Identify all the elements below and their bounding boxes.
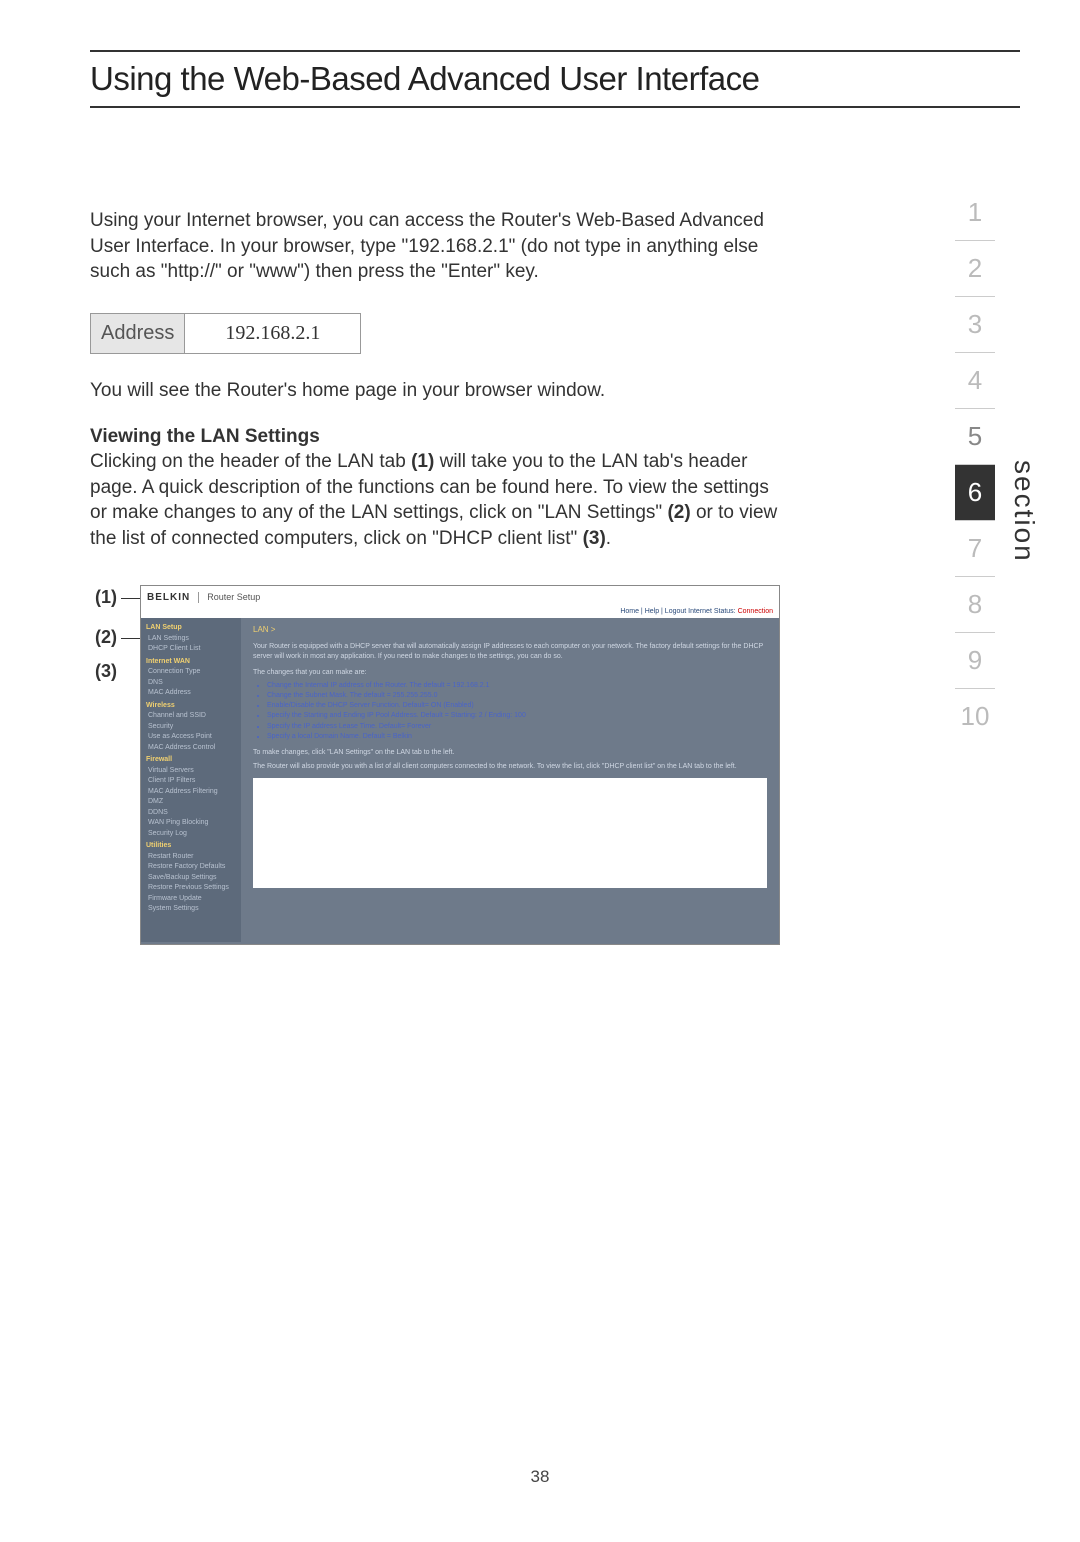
router-side-item: DDNS bbox=[146, 808, 236, 819]
callout-3: (3) bbox=[95, 662, 117, 680]
callout-ref-3: (3) bbox=[583, 528, 606, 549]
router-lan-crumb: LAN > bbox=[253, 624, 767, 636]
router-side-item: Restore Factory Defaults bbox=[146, 862, 236, 873]
section-nav-6: 6 bbox=[955, 465, 995, 521]
text-run: . bbox=[606, 528, 611, 549]
router-side-cat: LAN Setup bbox=[146, 623, 236, 634]
after-address-paragraph: You will see the Router's home page in y… bbox=[90, 378, 790, 404]
page-number: 38 bbox=[0, 1467, 1080, 1487]
section-nav-1: 1 bbox=[955, 185, 995, 241]
callout-ref-1: (1) bbox=[411, 451, 434, 472]
router-bullet: Specify the Starting and Ending IP Pool … bbox=[267, 711, 767, 721]
router-bullet: Specify the IP address Lease Time. Defau… bbox=[267, 722, 767, 732]
callout-2: (2) bbox=[95, 628, 141, 646]
text-run: Clicking on the header of the LAN tab bbox=[90, 451, 411, 472]
page-title: Using the Web-Based Advanced User Interf… bbox=[90, 60, 1020, 98]
router-top-links: Home | Help | Logout Internet Status: Co… bbox=[141, 608, 779, 618]
router-side-cat: Utilities bbox=[146, 841, 236, 852]
router-brand: BELKIN bbox=[147, 592, 199, 603]
router-screenshot: BELKIN Router Setup Home | Help | Logout… bbox=[140, 585, 780, 945]
address-bar-figure: Address 192.168.2.1 bbox=[90, 313, 361, 354]
router-side-item: DMZ bbox=[146, 797, 236, 808]
section-nav-10: 10 bbox=[955, 689, 995, 744]
router-side-item: Restart Router bbox=[146, 852, 236, 863]
section-nav: 12345678910 bbox=[955, 185, 995, 744]
router-bullet: Change the Subnet Mask. The default = 25… bbox=[267, 691, 767, 701]
router-side-item: Client IP Filters bbox=[146, 776, 236, 787]
callout-ref-2: (2) bbox=[667, 502, 690, 523]
section-nav-4: 4 bbox=[955, 353, 995, 409]
callout-1: (1) bbox=[95, 588, 141, 606]
router-side-item: System Settings bbox=[146, 904, 236, 915]
address-label: Address bbox=[91, 314, 185, 353]
router-side-item: Use as Access Point bbox=[146, 732, 236, 743]
router-side-item: Connection Type bbox=[146, 667, 236, 678]
router-setup-label: Router Setup bbox=[207, 592, 260, 602]
router-bullet-list: Change the Internal IP address of the Ro… bbox=[267, 681, 767, 742]
router-changes-label: The changes that you can make are: bbox=[253, 668, 767, 678]
lan-description-paragraph: Clicking on the header of the LAN tab (1… bbox=[90, 449, 790, 552]
lan-settings-heading: Viewing the LAN Settings bbox=[90, 424, 790, 450]
router-blank-area bbox=[253, 778, 767, 888]
router-side-item: Channel and SSID bbox=[146, 711, 236, 722]
router-side-item: MAC Address Control bbox=[146, 743, 236, 754]
address-value: 192.168.2.1 bbox=[185, 314, 360, 353]
section-label: section bbox=[1008, 460, 1040, 563]
router-side-item: MAC Address Filtering bbox=[146, 787, 236, 798]
router-bullet: Specify a local Domain Name. Default = B… bbox=[267, 732, 767, 742]
section-nav-5: 5 bbox=[955, 409, 995, 465]
router-side-cat: Wireless bbox=[146, 701, 236, 712]
router-side-item: Save/Backup Settings bbox=[146, 873, 236, 884]
router-side-item: WAN Ping Blocking bbox=[146, 818, 236, 829]
router-side-item: DHCP Client List bbox=[146, 644, 236, 655]
section-nav-3: 3 bbox=[955, 297, 995, 353]
router-side-item: Virtual Servers bbox=[146, 766, 236, 777]
section-nav-8: 8 bbox=[955, 577, 995, 633]
router-side-item: LAN Settings bbox=[146, 634, 236, 645]
router-after-1: To make changes, click "LAN Settings" on… bbox=[253, 748, 767, 758]
intro-paragraph: Using your Internet browser, you can acc… bbox=[90, 208, 790, 285]
router-after-2: The Router will also provide you with a … bbox=[253, 762, 767, 772]
section-nav-7: 7 bbox=[955, 521, 995, 577]
router-main: LAN > Your Router is equipped with a DHC… bbox=[241, 618, 779, 942]
section-nav-9: 9 bbox=[955, 633, 995, 689]
router-side-item: MAC Address bbox=[146, 688, 236, 699]
router-side-cat: Firewall bbox=[146, 755, 236, 766]
router-side-item: Security bbox=[146, 722, 236, 733]
router-status: Connection bbox=[738, 608, 773, 615]
router-sidebar: LAN SetupLAN SettingsDHCP Client List Int… bbox=[141, 618, 241, 942]
router-side-item: Firmware Update bbox=[146, 894, 236, 905]
router-bullet: Change the Internal IP address of the Ro… bbox=[267, 681, 767, 691]
page-title-bar: Using the Web-Based Advanced User Interf… bbox=[90, 50, 1020, 108]
section-nav-2: 2 bbox=[955, 241, 995, 297]
router-bullet: Enable/Disable the DHCP Server Function.… bbox=[267, 701, 767, 711]
router-side-item: Security Log bbox=[146, 829, 236, 840]
router-links-text: Home | Help | Logout Internet Status: bbox=[620, 608, 737, 615]
router-main-intro: Your Router is equipped with a DHCP serv… bbox=[253, 642, 767, 662]
router-header: BELKIN Router Setup bbox=[141, 586, 779, 608]
router-side-item: DNS bbox=[146, 678, 236, 689]
router-side-cat: Internet WAN bbox=[146, 657, 236, 668]
router-side-item: Restore Previous Settings bbox=[146, 883, 236, 894]
